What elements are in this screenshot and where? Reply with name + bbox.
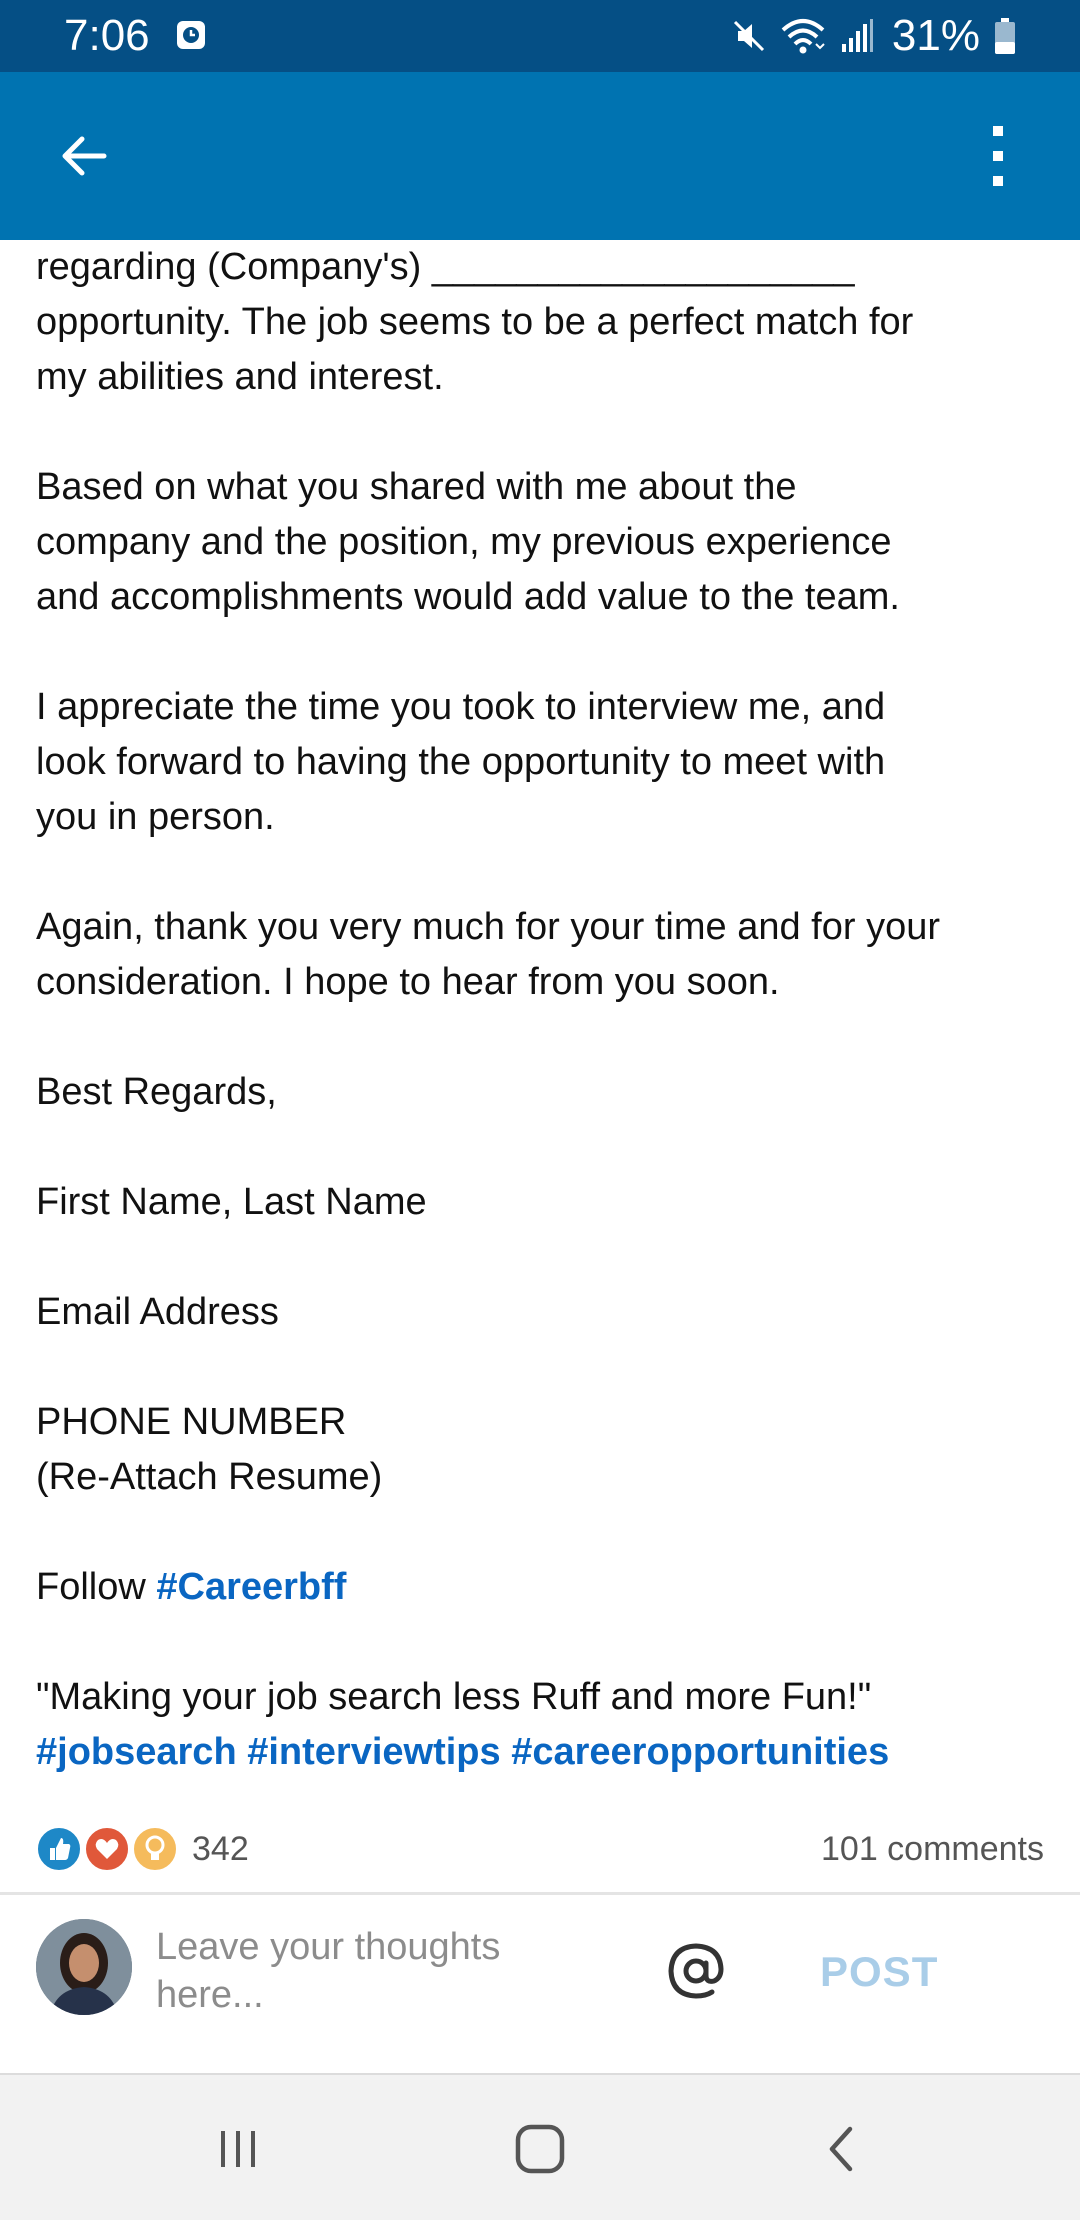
nav-back-button[interactable]: [802, 2109, 882, 2189]
love-icon: [84, 1826, 130, 1872]
battery-percent: 31%: [891, 11, 980, 60]
insightful-icon: [132, 1826, 178, 1872]
mute-icon: [732, 19, 766, 53]
text-line: my abilities and interest.: [36, 356, 444, 398]
more-options-button[interactable]: [958, 116, 1038, 196]
text-line: company and the position, my previous ex…: [36, 521, 892, 563]
recent-apps-button[interactable]: [198, 2109, 278, 2189]
social-counts: 342 101 comments: [36, 1824, 1044, 1874]
status-indicators: 31%: [732, 10, 1016, 62]
text-line: look forward to having the opportunity t…: [36, 741, 886, 783]
name-text: First Name, Last Name: [36, 1181, 427, 1223]
comment-input[interactable]: Leave your thoughts here...: [156, 1923, 626, 2033]
post-button[interactable]: POST: [820, 1937, 980, 2007]
text-line: regarding (Company's) __________________…: [36, 246, 855, 288]
text-line: consideration. I hope to hear from you s…: [36, 961, 780, 1003]
hashtag-jobsearch[interactable]: #jobsearch: [36, 1731, 237, 1773]
at-sign-icon: [668, 1943, 724, 1999]
like-icon: [36, 1826, 82, 1872]
comment-placeholder-line1: Leave your thoughts: [156, 1926, 501, 1968]
back-icon: [829, 2126, 853, 2172]
hashtag-interviewtips[interactable]: #interviewtips: [247, 1731, 500, 1773]
follow-line: Follow #Careerbff: [36, 1560, 1046, 1615]
hashtag-careerbff[interactable]: #Careerbff: [156, 1566, 346, 1608]
avatar: [36, 1919, 132, 2015]
reaction-icons[interactable]: [36, 1826, 180, 1872]
closing-text: Best Regards,: [36, 1071, 277, 1113]
paragraph-thanks: Again, thank you very much for your time…: [36, 900, 1046, 1010]
text-line: you in person.: [36, 796, 275, 838]
comment-placeholder-line2: here...: [156, 1974, 264, 2016]
back-button[interactable]: [44, 116, 124, 196]
follow-text: Follow: [36, 1566, 146, 1608]
app-bar: [0, 72, 1080, 240]
text-line: I appreciate the time you took to interv…: [36, 686, 886, 728]
reaction-count[interactable]: 342: [192, 1828, 249, 1870]
text-line: Based on what you shared with me about t…: [36, 466, 797, 508]
text-line: and accomplishments would add value to t…: [36, 576, 900, 618]
system-nav-bar: [0, 2075, 1080, 2220]
recent-apps-icon: [221, 2131, 255, 2167]
signal-icon: [840, 18, 874, 54]
mention-button[interactable]: [656, 1931, 736, 2011]
hashtag-careeropportunities[interactable]: #careeropportunities: [511, 1731, 889, 1773]
comment-compose-bar: Leave your thoughts here... POST: [0, 1895, 1080, 2073]
paragraph-experience: Based on what you shared with me about t…: [36, 460, 1046, 625]
arrow-left-icon: [62, 136, 107, 176]
battery-icon: [994, 17, 1016, 55]
text-line: opportunity. The job seems to be a perfe…: [36, 301, 914, 343]
paragraph-appreciation: I appreciate the time you took to interv…: [36, 680, 1046, 845]
paragraph-opportunity: regarding (Company's) __________________…: [36, 240, 1046, 405]
phone-text: PHONE NUMBER: [36, 1401, 347, 1443]
clock-icon: [176, 20, 206, 50]
wifi-icon: [780, 16, 826, 56]
resume-text: (Re-Attach Resume): [36, 1456, 383, 1498]
home-button[interactable]: [500, 2109, 580, 2189]
tagline-text: "Making your job search less Ruff and mo…: [36, 1676, 872, 1718]
post-body: regarding (Company's) __________________…: [36, 240, 1046, 1780]
comment-count[interactable]: 101 comments: [821, 1828, 1044, 1870]
hashtags-line: #jobsearch #interviewtips #careeropportu…: [36, 1725, 1046, 1780]
status-time: 7:06: [64, 11, 150, 60]
status-bar: 7:06 31%: [0, 0, 1080, 72]
more-vertical-icon: [993, 126, 1003, 186]
text-line: Again, thank you very much for your time…: [36, 906, 940, 948]
email-text: Email Address: [36, 1291, 279, 1333]
home-icon: [515, 2124, 565, 2174]
